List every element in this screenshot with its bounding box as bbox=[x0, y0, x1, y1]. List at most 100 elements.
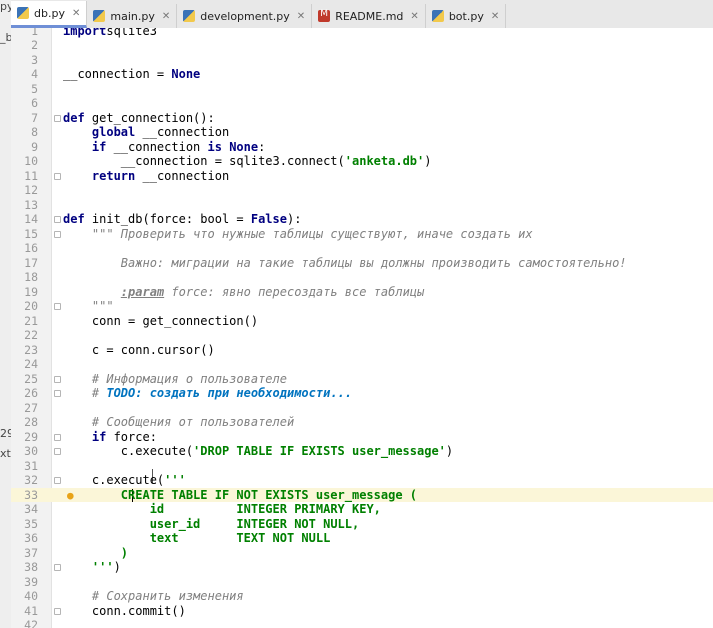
code-line[interactable]: 40 # Сохранить изменения bbox=[11, 589, 713, 604]
line-number: 3 bbox=[31, 52, 38, 67]
tab-readme-md[interactable]: README.md ✕ bbox=[312, 4, 426, 28]
fold-marker-icon[interactable] bbox=[54, 114, 61, 122]
line-number: 9 bbox=[31, 139, 38, 154]
code-token: ) bbox=[113, 560, 121, 574]
code-token: c.execute( bbox=[63, 444, 194, 458]
code-token: # Информация о пользователе bbox=[91, 371, 287, 386]
line-number: 41 bbox=[24, 603, 38, 618]
code-line[interactable]: 28 # Сообщения от пользователей bbox=[11, 415, 713, 430]
code-line[interactable]: 42 bbox=[11, 618, 713, 628]
fold-marker-icon[interactable] bbox=[54, 564, 61, 571]
code-line[interactable]: 8 global __connection bbox=[11, 125, 713, 140]
line-number: 5 bbox=[31, 81, 38, 96]
code-line[interactable]: 36 text TEXT NOT NULL bbox=[11, 531, 713, 546]
code-line[interactable]: 11 return __connection bbox=[11, 169, 713, 184]
code-text: __connection = sqlite3.connect('anketa.d… bbox=[63, 154, 432, 169]
code-line[interactable]: 16 bbox=[11, 241, 713, 256]
close-icon[interactable]: ✕ bbox=[491, 11, 499, 22]
code-text: text TEXT NOT NULL bbox=[63, 531, 331, 546]
code-text: Важно: миграции на такие таблицы вы долж… bbox=[63, 256, 627, 271]
fold-marker-icon[interactable] bbox=[54, 607, 61, 615]
code-line[interactable]: 4 __connection = None bbox=[11, 67, 713, 82]
fold-marker-icon[interactable] bbox=[54, 448, 61, 455]
code-line[interactable]: 35 user_id INTEGER NOT NULL, bbox=[11, 517, 713, 532]
code-text: conn = get_connection() bbox=[63, 314, 258, 329]
code-line[interactable]: 5 bbox=[11, 82, 713, 97]
code-editor[interactable]: 1 importsqlite3 2 3 4 __connection = None 5 6 7 d… bbox=[11, 28, 713, 628]
fold-marker-icon[interactable] bbox=[54, 303, 61, 310]
code-token: """ Проверить что нужные таблицы существ… bbox=[91, 226, 533, 241]
code-line[interactable]: 17 Важно: миграции на такие таблицы вы д… bbox=[11, 256, 713, 271]
code-line[interactable]: 23 c = conn.cursor() bbox=[11, 343, 713, 358]
code-line[interactable]: 39 bbox=[11, 575, 713, 590]
code-line[interactable]: 31 bbox=[11, 459, 713, 474]
code-line[interactable]: 26 # TODO: создать при необходимости... bbox=[11, 386, 713, 401]
code-line[interactable]: 33 ● CREATE TABLE IF NOT EXISTS user_mess… bbox=[11, 487, 713, 502]
fold-marker-icon[interactable] bbox=[54, 216, 61, 223]
fold-marker-icon[interactable] bbox=[54, 433, 61, 441]
code-line[interactable]: 32 c.execute(''' bbox=[11, 473, 713, 488]
code-line[interactable]: 29 if force: bbox=[11, 430, 713, 445]
code-line[interactable]: 27 bbox=[11, 401, 713, 416]
code-line[interactable]: 22 bbox=[11, 328, 713, 343]
code-token: # Сообщения от пользователей bbox=[91, 415, 295, 429]
close-icon[interactable]: ✕ bbox=[297, 11, 305, 22]
code-line[interactable]: 37 ) bbox=[11, 546, 713, 561]
code-line[interactable]: 24 bbox=[11, 357, 713, 372]
code-line[interactable]: 20 """ bbox=[11, 299, 713, 314]
code-line[interactable]: 3 bbox=[11, 53, 713, 68]
line-number: 30 bbox=[24, 444, 38, 458]
code-text: def init_db(force: bool = False): bbox=[63, 212, 301, 227]
line-number: 12 bbox=[24, 183, 38, 197]
fold-marker-icon[interactable] bbox=[54, 477, 61, 484]
code-line[interactable]: 14 def init_db(force: bool = False): bbox=[11, 212, 713, 227]
code-token: force: явно пересоздать все таблицы bbox=[164, 284, 425, 299]
code-line[interactable]: 1 importsqlite3 bbox=[11, 28, 713, 38]
code-text: conn.commit() bbox=[63, 604, 186, 619]
code-line[interactable]: 6 bbox=[11, 96, 713, 111]
line-number: 42 bbox=[24, 618, 38, 628]
fold-marker-icon[interactable] bbox=[54, 230, 61, 238]
code-text: user_id INTEGER NOT NULL, bbox=[63, 517, 360, 532]
close-icon[interactable]: ✕ bbox=[410, 11, 418, 22]
code-line[interactable]: 34 id INTEGER PRIMARY KEY, bbox=[11, 502, 713, 517]
panel-fragment-text: xt bbox=[0, 447, 11, 460]
code-line[interactable]: 30 c.execute('DROP TABLE IF EXISTS user_… bbox=[11, 444, 713, 459]
close-icon[interactable]: ✕ bbox=[162, 11, 170, 22]
line-number: 39 bbox=[24, 574, 38, 589]
code-line[interactable]: 25 # Информация о пользователе bbox=[11, 372, 713, 387]
code-line[interactable]: 41 conn.commit() bbox=[11, 604, 713, 619]
code-line[interactable]: 10 __connection = sqlite3.connect('anket… bbox=[11, 154, 713, 169]
code-line[interactable]: 19 :param force: явно пересоздать все та… bbox=[11, 285, 713, 300]
line-number: 28 bbox=[24, 415, 38, 429]
tab-db-py[interactable]: db.py ✕ bbox=[11, 1, 88, 28]
code-token: global bbox=[91, 125, 136, 139]
code-line[interactable]: 21 conn = get_connection() bbox=[11, 314, 713, 329]
code-text: :param force: явно пересоздать все табли… bbox=[63, 285, 424, 300]
code-line[interactable]: 2 bbox=[11, 38, 713, 53]
code-token: id INTEGER PRIMARY KEY, bbox=[149, 502, 381, 516]
code-text: def get_connection(): bbox=[63, 111, 215, 126]
code-line[interactable]: 12 bbox=[11, 183, 713, 198]
tab-development-py[interactable]: development.py ✕ bbox=[177, 4, 313, 28]
line-number: 23 bbox=[24, 342, 38, 357]
fold-marker-icon[interactable] bbox=[54, 172, 61, 180]
tab-bot-py[interactable]: bot.py ✕ bbox=[426, 4, 507, 28]
code-token: get_connection(): bbox=[84, 110, 215, 125]
code-line[interactable]: 13 bbox=[11, 198, 713, 213]
fold-marker-icon[interactable] bbox=[54, 375, 61, 383]
tab-main-py[interactable]: main.py ✕ bbox=[87, 4, 178, 28]
code-line[interactable]: 38 ''') bbox=[11, 560, 713, 575]
code-line[interactable]: 9 if __connection is None: bbox=[11, 140, 713, 155]
code-line[interactable]: 18 bbox=[11, 270, 713, 285]
code-line[interactable]: 15 """ Проверить что нужные таблицы суще… bbox=[11, 227, 713, 242]
fold-marker-icon[interactable] bbox=[54, 390, 61, 397]
code-token: def bbox=[63, 212, 85, 226]
code-line[interactable]: 7 def get_connection(): bbox=[11, 111, 713, 126]
close-icon[interactable]: ✕ bbox=[72, 8, 80, 19]
code-token: """ bbox=[91, 299, 114, 313]
tab-label: README.md bbox=[335, 9, 404, 23]
